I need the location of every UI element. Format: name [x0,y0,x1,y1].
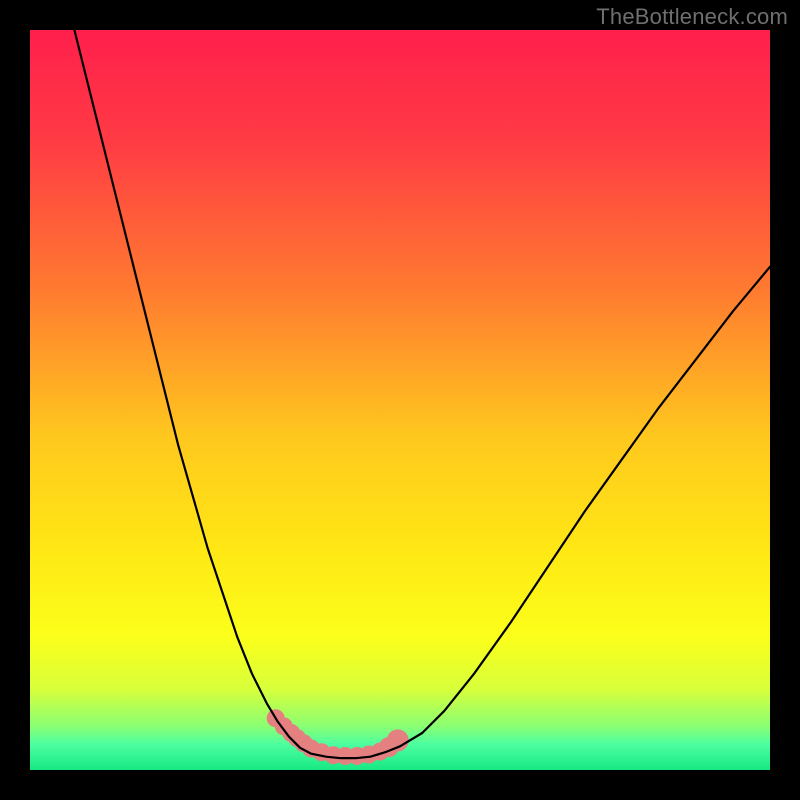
chart-frame: TheBottleneck.com [0,0,800,800]
watermark-text: TheBottleneck.com [596,4,788,30]
curve-layer [30,30,770,770]
plot-area [30,30,770,770]
bottleneck-curve [74,30,770,758]
